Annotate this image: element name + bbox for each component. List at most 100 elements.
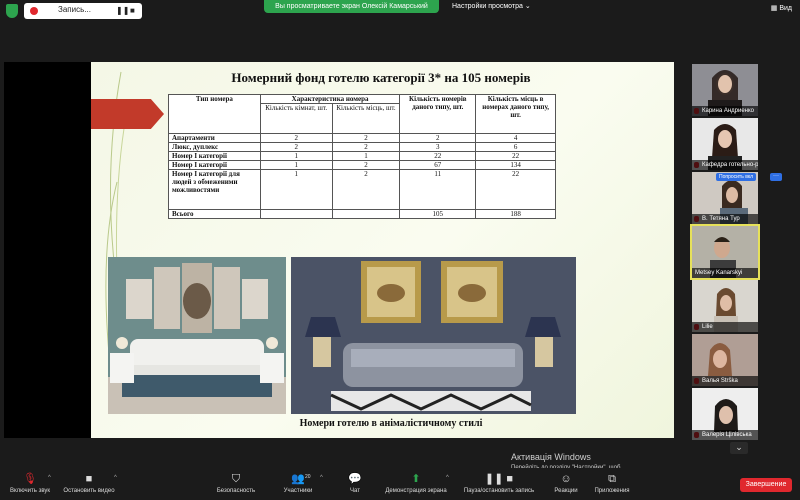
pause-recording-button[interactable]: ❚❚ ■ Пауза/остановить запись: [458, 472, 540, 494]
header-characteristics: Характеристика номера: [259, 94, 401, 104]
row-total: 22: [475, 169, 556, 210]
chat-label: Чат: [350, 488, 360, 494]
activation-title: Активація Windows: [511, 452, 591, 462]
row-count: 67: [399, 160, 477, 170]
participant-name: Валья Strška: [692, 376, 758, 386]
row-total: 6: [475, 142, 556, 152]
pause-stop-icon: ❚❚ ■: [484, 473, 514, 485]
reactions-button[interactable]: ☺ Реакции: [548, 472, 584, 494]
row-count: 2: [399, 133, 477, 143]
row-places: 1: [331, 151, 401, 161]
row-type: Апартаменти: [168, 133, 261, 143]
video-button[interactable]: ■ Остановить видео: [58, 472, 120, 494]
view-icon: ▦: [770, 5, 778, 12]
participant-tile[interactable]: Карина Андриенко: [692, 64, 758, 116]
end-meeting-button[interactable]: Завершение: [740, 478, 792, 492]
total-count: 105: [399, 209, 477, 219]
row-count: 11: [399, 169, 477, 210]
apps-icon: ⧉: [608, 473, 616, 485]
total-label: Всього: [168, 209, 261, 219]
view-options-label: Настройки просмотра: [452, 3, 523, 10]
participants-icon: 👥: [291, 473, 305, 485]
row-places: 2: [331, 160, 401, 170]
row-total: 22: [475, 151, 556, 161]
table-row: Люкс, дуплекс 2 2 3 6: [168, 142, 556, 152]
ask-to-unmute-button[interactable]: Попросить вкл: [716, 173, 757, 181]
participants-count: 20: [305, 474, 311, 480]
smiley-plus-icon: ☺: [560, 473, 572, 485]
row-count: 22: [399, 151, 477, 161]
view-options-menu[interactable]: Настройки просмотра ⌄: [452, 2, 531, 10]
participants-label: Участники: [283, 488, 313, 494]
share-label: Демонстрация экрана: [385, 488, 447, 494]
row-rooms: 1: [259, 169, 333, 210]
participant-name: В. Тетяна Тур: [692, 214, 758, 224]
pause-recording-icon[interactable]: ❚❚: [116, 6, 129, 15]
table-row: Номер І категорії для людей з обмеженими…: [168, 169, 556, 210]
room-stock-table: Тип номера Характеристика номера Кількіс…: [168, 94, 556, 219]
table-row: Апартаменти 2 2 2 4: [168, 133, 556, 143]
security-label: Безопасность: [216, 488, 256, 494]
audio-options-caret-icon[interactable]: ^: [48, 475, 51, 481]
share-options-caret-icon[interactable]: ^: [446, 475, 449, 481]
row-rooms: 1: [259, 160, 333, 170]
header-rooms: Кількість кімнат, шт.: [259, 103, 333, 134]
participants-options-caret-icon[interactable]: ^: [320, 475, 323, 481]
meeting-toolbar: 🎙 Включить звук ^ ■ Остановить видео ^ ⛉…: [0, 468, 800, 500]
row-rooms: 2: [259, 142, 333, 152]
slide-title: Номерний фонд готелю категорії 3* на 105…: [231, 70, 531, 85]
pause-recording-label: Пауза/остановить запись: [463, 488, 535, 494]
record-dot-icon: [30, 7, 38, 15]
row-count: 3: [399, 142, 477, 152]
camera-icon: ■: [85, 473, 93, 485]
apps-label: Приложения: [594, 488, 630, 494]
table-row: Номер І категорії 1 2 67 134: [168, 160, 556, 170]
participant-tile[interactable]: Валья Strška: [692, 334, 758, 386]
audio-label: Включить звук: [9, 488, 50, 494]
participant-tile-active-speaker[interactable]: Metsey Kanarskyi: [690, 224, 760, 280]
header-count: Кількість номерів даного типу, шт.: [399, 94, 477, 134]
participant-tile[interactable]: Валерія Цілівська: [692, 388, 758, 440]
row-type: Люкс, дуплекс: [168, 142, 261, 152]
chat-button[interactable]: 💬 Чат: [340, 472, 370, 494]
participant-tile[interactable]: Lilie: [692, 280, 758, 332]
video-label: Остановить видео: [63, 488, 115, 494]
row-places: 2: [331, 142, 401, 152]
top-bar: Запись... ❚❚ ■ Вы просматриваете экран О…: [0, 0, 800, 22]
row-rooms: 1: [259, 151, 333, 161]
participant-name: Lilie: [692, 322, 758, 332]
row-rooms: 2: [259, 133, 333, 143]
participant-name: Валерія Цілівська: [692, 430, 758, 440]
tiger-living-room-photo: [291, 257, 576, 414]
video-options-caret-icon[interactable]: ^: [114, 475, 117, 481]
row-type: Номер І категорії: [168, 160, 261, 170]
participant-name: Metsey Kanarskyi: [692, 268, 758, 278]
presentation-slide: Номерний фонд готелю категорії 3* на 105…: [91, 62, 674, 438]
participant-name: Карина Андриенко: [692, 106, 758, 116]
total-places: 188: [475, 209, 556, 219]
shield-icon: ⛉: [231, 473, 241, 485]
row-type: Номер І категорії: [168, 151, 261, 161]
row-places: 2: [331, 169, 401, 210]
bedroom-wolf-photo: [108, 257, 286, 414]
participants-button[interactable]: 👥 Участники: [274, 472, 322, 494]
row-type: Номер І категорії для людей з обмеженими…: [168, 169, 261, 210]
header-places: Кількість місць, шт.: [331, 103, 401, 134]
table-total-row: Всього 105 188: [168, 209, 556, 219]
apps-button[interactable]: ⧉ Приложения: [588, 472, 636, 494]
row-total: 4: [475, 133, 556, 143]
security-button[interactable]: ⛉ Безопасность: [208, 472, 264, 494]
more-options-icon[interactable]: ···: [770, 173, 782, 181]
screen-share-banner: Вы просматриваете экран Олексій Камарськ…: [264, 0, 439, 13]
header-total-places: Кількість місць в номерах даного типу, ш…: [475, 94, 556, 134]
view-button[interactable]: ▦ Вид: [771, 4, 792, 12]
chat-bubble-icon: 💬: [348, 473, 362, 485]
share-screen-button[interactable]: ⬆ Демонстрация экрана: [380, 472, 452, 494]
stop-recording-icon[interactable]: ■: [130, 6, 135, 15]
scroll-down-chevron-icon[interactable]: ⌄: [730, 442, 748, 454]
participant-tile[interactable]: Кафедра готельно-р...: [692, 118, 758, 170]
red-arrow-shape: [91, 99, 164, 129]
row-total: 134: [475, 160, 556, 170]
view-label: Вид: [779, 5, 792, 12]
shield-icon[interactable]: [6, 4, 18, 18]
